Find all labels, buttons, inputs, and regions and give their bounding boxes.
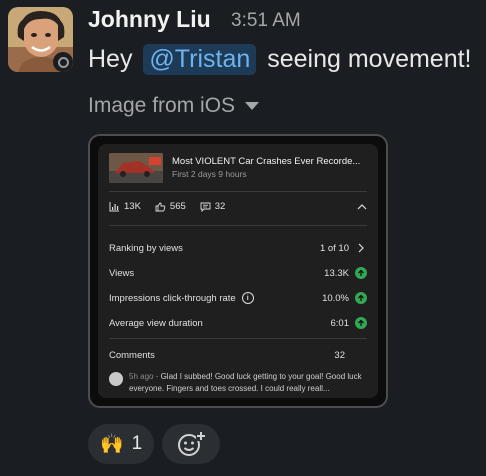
chevron-up-icon[interactable]: [357, 203, 367, 210]
comments-label: Comments: [109, 350, 155, 361]
metric-value: 1 of 10: [319, 242, 349, 254]
image-attachment[interactable]: Most VIOLENT Car Crashes Ever Recorde...…: [88, 134, 388, 408]
metric-row-ranking[interactable]: Ranking by views 1 of 10: [109, 242, 367, 254]
arrow-up-icon: [355, 267, 367, 279]
raised-hands-emoji-icon: 🙌: [100, 434, 124, 455]
add-reaction-button[interactable]: [162, 424, 221, 464]
arrow-up-icon: [355, 317, 367, 329]
video-stats-row: 13K 565 32: [109, 201, 367, 212]
comments-count: 32: [334, 350, 345, 361]
divider: [109, 225, 367, 226]
views-stat: 13K: [109, 201, 141, 212]
metric-value: 6:01: [330, 317, 350, 329]
presence-status-icon: [53, 52, 73, 72]
comment-text: Glad I subbed! Good luck getting to your…: [129, 372, 362, 393]
author-name[interactable]: Johnny Liu: [88, 6, 211, 33]
comments-stat-value: 32: [214, 201, 226, 212]
likes-stat-value: 565: [169, 201, 186, 212]
arrow-up-icon: [355, 292, 367, 304]
attachment-toggle[interactable]: Image from iOS: [88, 94, 260, 118]
comments-stat: 32: [200, 201, 226, 212]
commenter-avatar: [109, 372, 123, 386]
add-emoji-icon: [178, 431, 207, 456]
message-container: Johnny Liu 3:51 AM Hey @Tristan seeing m…: [0, 0, 486, 476]
metric-label: Impressions click-through rate: [109, 292, 236, 304]
video-thumbnail: [109, 153, 163, 183]
reactions-bar: 🙌 1: [88, 424, 221, 464]
metric-label: Views: [109, 267, 135, 279]
metric-label: Ranking by views: [109, 242, 183, 254]
views-stat-value: 13K: [124, 201, 141, 212]
info-icon[interactable]: i: [241, 292, 254, 304]
divider: [109, 338, 367, 339]
attachment-label: Image from iOS: [88, 94, 236, 117]
comment-preview: 5h ago · Glad I subbed! Good luck gettin…: [109, 371, 370, 395]
metric-label: Average view duration: [109, 317, 203, 329]
reaction-count: 1: [131, 433, 143, 454]
divider: [109, 191, 367, 192]
metric-value: 10.0%: [322, 292, 349, 304]
message-text: Hey @Tristan seeing movement!: [88, 44, 472, 75]
message-text-before: Hey: [88, 45, 133, 73]
bar-chart-icon: [109, 201, 119, 211]
comment-icon: [200, 202, 211, 212]
video-title: Most VIOLENT Car Crashes Ever Recorde...: [172, 156, 361, 167]
comment-body: 5h ago · Glad I subbed! Good luck gettin…: [129, 372, 362, 393]
metric-row-avg-duration: Average view duration 6:01: [109, 317, 367, 329]
user-mention[interactable]: @Tristan: [143, 44, 257, 75]
metric-row-views: Views 13.3K: [109, 267, 367, 279]
message-timestamp[interactable]: 3:51 AM: [231, 10, 301, 32]
analytics-card: Most VIOLENT Car Crashes Ever Recorde...…: [98, 144, 378, 398]
metric-value: 13.3K: [324, 267, 349, 279]
reaction-raised-hands[interactable]: 🙌 1: [88, 424, 155, 464]
comments-header: Comments 32: [109, 350, 367, 361]
likes-stat: 565: [155, 201, 186, 212]
caret-down-icon: [245, 102, 260, 110]
chevron-right-icon: [358, 243, 364, 253]
comment-time: 5h ago: [129, 372, 154, 381]
thumbs-up-icon: [155, 202, 166, 211]
metric-row-ctr: Impressions click-through rate i 10.0%: [109, 292, 367, 304]
video-subtitle: First 2 days 9 hours: [172, 169, 247, 179]
message-text-after: seeing movement!: [267, 45, 472, 73]
